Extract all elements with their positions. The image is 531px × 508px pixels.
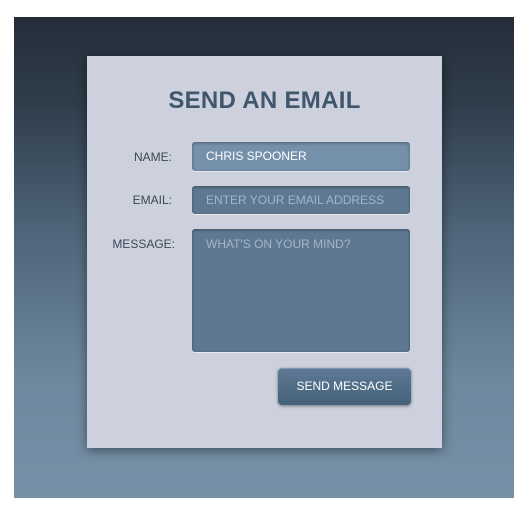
page-background: SEND AN EMAIL NAME: CHRIS SPOONER EMAIL:… <box>14 17 514 498</box>
email-label: EMAIL: <box>132 193 172 207</box>
email-field[interactable]: ENTER YOUR EMAIL ADDRESS <box>192 186 410 214</box>
form-title: SEND AN EMAIL <box>168 87 361 114</box>
name-field[interactable]: CHRIS SPOONER <box>192 142 410 171</box>
message-field[interactable]: WHAT'S ON YOUR MIND? <box>192 229 410 352</box>
send-message-button[interactable]: SEND MESSAGE <box>278 368 411 405</box>
email-form-card: SEND AN EMAIL NAME: CHRIS SPOONER EMAIL:… <box>87 56 442 448</box>
message-label: MESSAGE: <box>112 237 175 251</box>
name-label: NAME: <box>133 150 172 164</box>
